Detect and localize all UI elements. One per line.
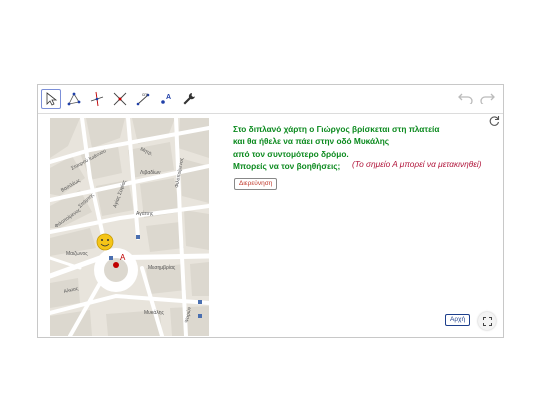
svg-text:A: A	[166, 94, 171, 101]
smiley-face-icon	[96, 233, 114, 251]
settings-tool-button[interactable]	[179, 89, 199, 109]
text-tool-button[interactable]: A	[156, 89, 176, 109]
map-image: Μητρ. Σταυρού Ιωάννου Βασιλέως Λιβαδίων …	[50, 118, 209, 336]
move-tool-button[interactable]	[41, 89, 61, 109]
street-label: Μαιζωνος	[66, 251, 88, 257]
street-label: Λιβαδίων	[140, 170, 161, 176]
point-a-label: A	[120, 253, 126, 262]
fullscreen-icon	[482, 316, 492, 326]
svg-text:cm: cm	[142, 92, 148, 97]
street-label: Μυκάλης	[144, 309, 165, 316]
perpendicular-line-tool-button[interactable]	[87, 89, 107, 109]
redo-icon[interactable]	[479, 90, 495, 104]
street-map: Μητρ. Σταυρού Ιωάννου Βασιλέως Λιβαδίων …	[50, 118, 209, 336]
street-label: Μεσημβρίας	[148, 265, 176, 271]
movable-point-note: (Το σημείο Α μπορεί να μετακινηθεί)	[352, 159, 482, 169]
perpendicular-line-icon	[90, 91, 104, 107]
wrench-icon	[183, 93, 195, 105]
distance-tool-button[interactable]: cm	[133, 89, 153, 109]
start-button[interactable]: Αρχή	[445, 314, 471, 326]
point-label-icon: A	[161, 94, 171, 104]
distance-icon: cm	[136, 92, 150, 106]
bus-stop-icon	[109, 256, 113, 260]
intersect-icon	[113, 92, 127, 106]
bus-stop-icon	[198, 314, 202, 318]
polygon-icon	[67, 92, 81, 106]
geogebra-applet: cm A Μητρ. Σταυρού Ιωάννου Βασιλέως Λιβα…	[37, 84, 504, 338]
intersect-tool-button[interactable]	[110, 89, 130, 109]
task-line-2: και θα ήθελε να πάει στην οδό Μυκάλης	[233, 136, 390, 147]
cursor-arrow-icon	[46, 92, 58, 106]
task-line-1: Στο διπλανό χάρτη ο Γιώργος βρίσκεται στ…	[233, 124, 440, 134]
polygon-tool-button[interactable]	[64, 89, 84, 109]
street-label: Αγάπης	[136, 210, 154, 217]
refresh-icon[interactable]	[488, 115, 500, 127]
bus-stop-icon	[198, 300, 202, 304]
undo-icon[interactable]	[458, 90, 474, 104]
explore-button[interactable]: Διερεύνηση	[234, 178, 278, 190]
toolbar: cm A	[38, 85, 503, 114]
point-a[interactable]	[113, 262, 119, 268]
undo-redo-group	[458, 90, 495, 104]
fullscreen-button[interactable]	[478, 312, 496, 330]
bus-stop-icon	[136, 235, 140, 239]
